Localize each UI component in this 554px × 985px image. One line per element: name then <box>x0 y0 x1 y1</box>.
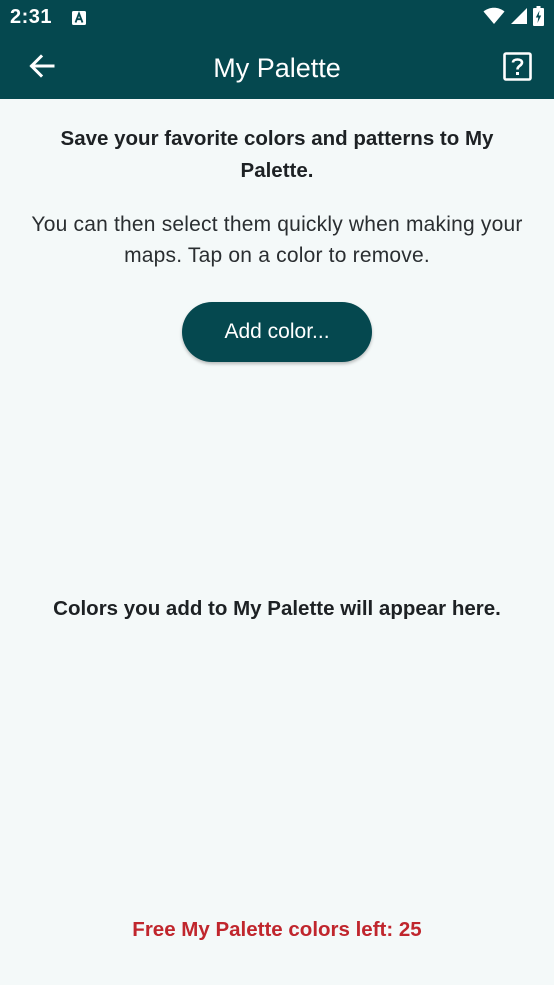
intro-body: You can then select them quickly when ma… <box>31 213 523 267</box>
text-a-icon <box>72 11 86 25</box>
help-box-icon <box>503 51 532 86</box>
status-bar: 2:31 <box>0 0 554 36</box>
free-colors-left-text: Free My Palette colors left: 25 <box>132 918 422 941</box>
signal-icon <box>511 7 527 30</box>
page-title: My Palette <box>213 53 341 83</box>
empty-palette-message: Colors you add to My Palette will appear… <box>53 597 501 620</box>
palette-content: Save your favorite colors and patterns t… <box>0 99 554 985</box>
help-button[interactable] <box>503 51 532 86</box>
intro-heading: Save your favorite colors and patterns t… <box>60 127 494 182</box>
wifi-icon <box>483 7 505 30</box>
status-time: 2:31 <box>10 6 53 28</box>
status-icons <box>483 5 544 31</box>
app-bar: My Palette <box>0 36 554 99</box>
battery-charging-icon <box>533 5 544 31</box>
add-color-button[interactable]: Add color... <box>182 302 372 362</box>
